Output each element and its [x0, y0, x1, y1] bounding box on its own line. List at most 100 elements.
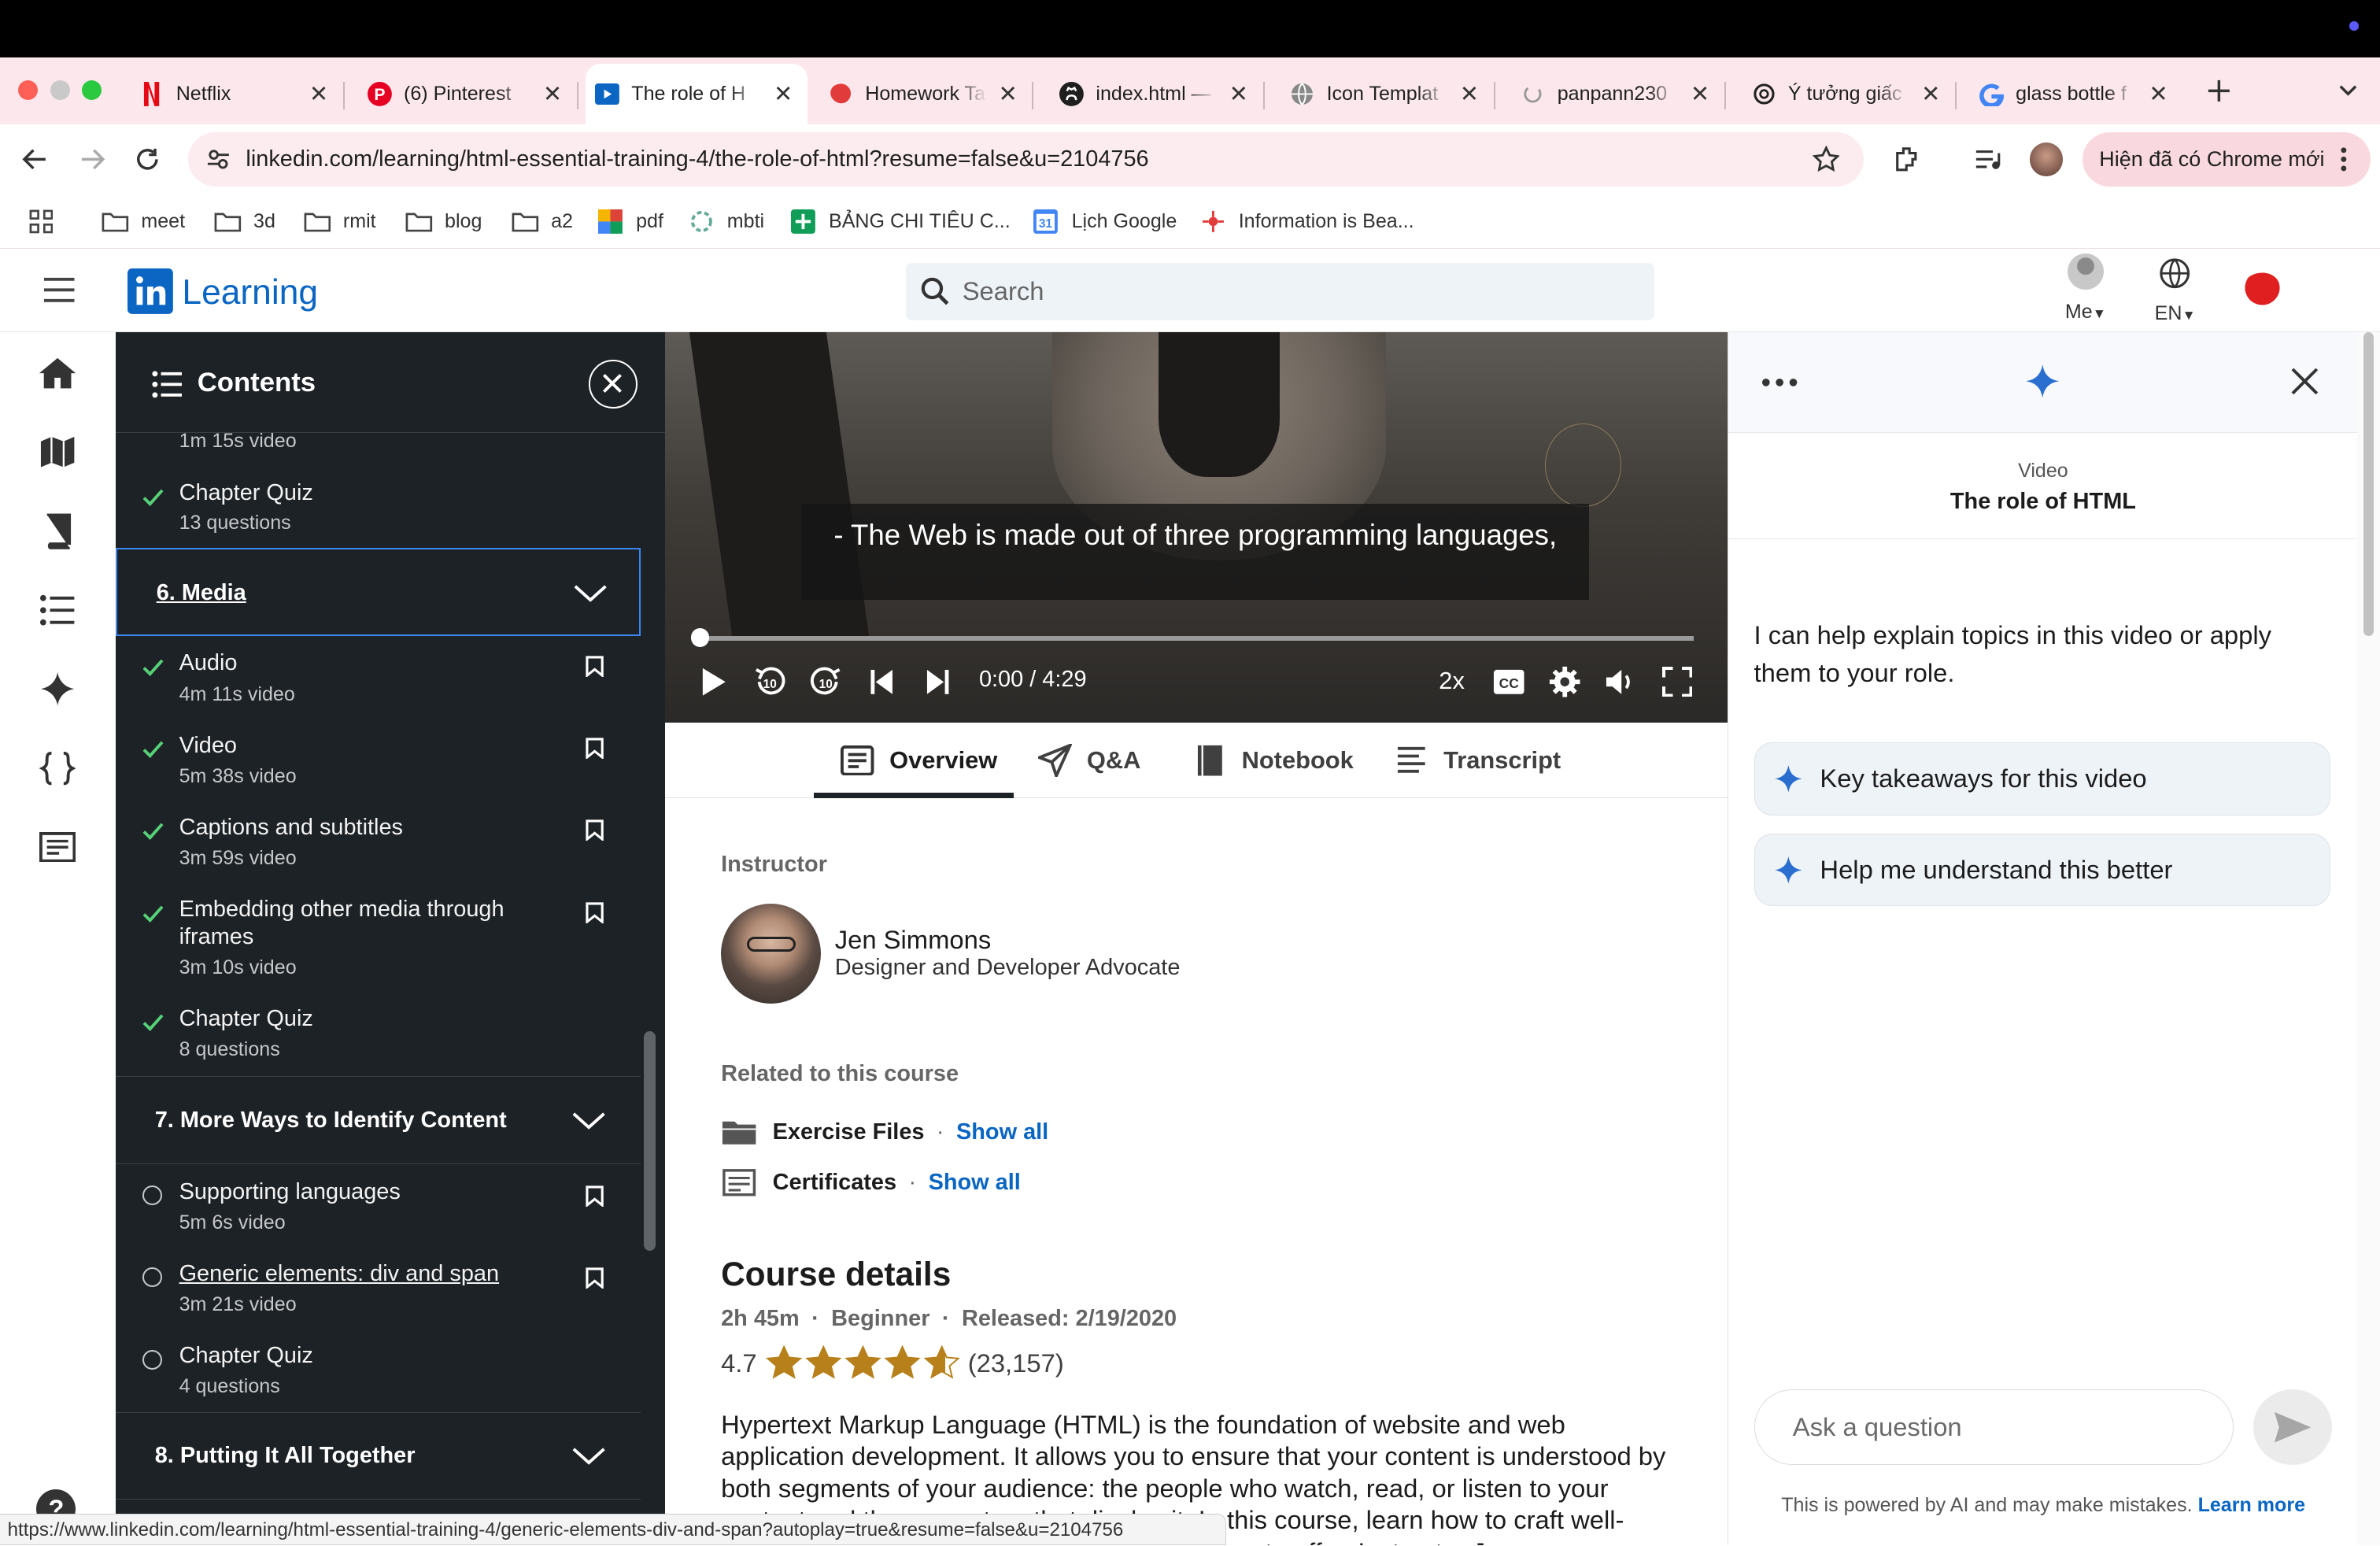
- instructor-name[interactable]: Jen Simmons: [835, 925, 991, 955]
- tab-y-tuong[interactable]: Ý tưởng giấc ✕: [1743, 64, 1957, 124]
- bookmark-meet[interactable]: meet: [102, 205, 185, 238]
- close-window-button[interactable]: [18, 80, 39, 101]
- chrome-update-button[interactable]: Hiện đã có Chrome mới: [2082, 131, 2371, 187]
- closed-captions-icon[interactable]: CC: [1492, 664, 1525, 700]
- url-text[interactable]: linkedin.com/learning/html-essential-tra…: [246, 146, 1148, 172]
- bookmark-icon[interactable]: [586, 1185, 604, 1208]
- list-item[interactable]: Audio 4m 11s video: [116, 636, 641, 718]
- tab-close-icon[interactable]: ✕: [1457, 80, 1481, 108]
- bookmark-lich-google[interactable]: 31 Lịch Google: [1032, 205, 1177, 238]
- apps-grid-icon[interactable]: [29, 209, 54, 234]
- tab-close-icon[interactable]: ✕: [771, 80, 796, 108]
- language-menu[interactable]: EN▼: [2145, 257, 2205, 330]
- list-item[interactable]: Chapter Quiz 13 questions: [116, 466, 641, 548]
- bookmark-rmit[interactable]: rmit: [304, 205, 376, 238]
- bookmark-3d[interactable]: 3d: [214, 205, 275, 238]
- suggestion-help-understand[interactable]: Help me understand this better: [1754, 833, 2331, 907]
- bookmark-information-is-beautiful[interactable]: Information is Bea...: [1199, 205, 1414, 238]
- bookmark-bang-chi-tieu[interactable]: BẢNG CHI TIÊU C...: [789, 205, 1011, 238]
- close-icon[interactable]: [2291, 368, 2319, 395]
- profile-avatar[interactable]: [2029, 142, 2063, 176]
- previous-icon[interactable]: [867, 664, 897, 700]
- tab-netflix[interactable]: Netflix ✕: [131, 64, 345, 124]
- bookmark-icon[interactable]: [586, 738, 604, 760]
- tab-homework[interactable]: Homework Ta ✕: [819, 64, 1034, 124]
- contents-scrollbar[interactable]: [643, 1030, 656, 1252]
- tab-close-icon[interactable]: ✕: [1688, 80, 1713, 108]
- back-icon[interactable]: [21, 146, 49, 173]
- red-extension-icon[interactable]: [2241, 268, 2283, 311]
- forward-10-icon[interactable]: 10: [808, 664, 844, 700]
- tab-icon-template[interactable]: Icon Templat ✕: [1281, 64, 1495, 124]
- chapter-7-header[interactable]: 7. More Ways to Identify Content: [115, 1076, 641, 1165]
- speed-button[interactable]: 2x: [1439, 667, 1465, 695]
- progress-bar[interactable]: [698, 636, 1694, 641]
- extensions-icon[interactable]: [1891, 144, 1922, 175]
- hamburger-menu-icon[interactable]: [42, 276, 76, 304]
- video-player[interactable]: - The Web is made out of three programmi…: [664, 332, 1728, 723]
- bookmark-icon[interactable]: [586, 819, 604, 841]
- progress-handle[interactable]: [690, 628, 709, 647]
- next-icon[interactable]: [923, 664, 954, 700]
- tab-transcript[interactable]: Transcript: [1395, 723, 1561, 798]
- learning-wordmark[interactable]: Learning: [182, 273, 318, 313]
- list-item[interactable]: Chapter Quiz 8 questions: [116, 991, 641, 1076]
- media-control-icon[interactable]: [1973, 144, 2004, 175]
- volume-icon[interactable]: [1605, 664, 1638, 700]
- linkedin-logo-icon[interactable]: [128, 268, 173, 315]
- learn-more-link[interactable]: Learn more: [2198, 1494, 2306, 1516]
- site-info-icon[interactable]: [206, 147, 231, 172]
- fullscreen-icon[interactable]: [1661, 664, 1694, 700]
- tab-close-icon[interactable]: ✕: [1919, 80, 1943, 108]
- list-item[interactable]: Supporting languages 5m 6s video: [116, 1164, 641, 1246]
- tab-close-icon[interactable]: ✕: [541, 80, 565, 108]
- list-item[interactable]: Generic elements: div and span 3m 21s vi…: [116, 1246, 641, 1328]
- list-item[interactable]: Captions and subtitles 3m 59s video: [116, 800, 641, 882]
- map-icon[interactable]: [35, 430, 80, 475]
- list-item[interactable]: Video 5m 38s video: [116, 718, 641, 800]
- zoom-window-button[interactable]: [82, 80, 102, 101]
- book-icon[interactable]: [35, 509, 80, 554]
- certificates-show-all[interactable]: Show all: [929, 1170, 1021, 1196]
- close-contents-button[interactable]: [589, 360, 638, 409]
- tab-close-icon[interactable]: ✕: [2146, 80, 2171, 108]
- send-button[interactable]: [2253, 1389, 2333, 1466]
- tab-close-icon[interactable]: ✕: [996, 80, 1020, 108]
- bookmark-star-icon[interactable]: [1812, 146, 1840, 173]
- tab-overview[interactable]: Overview: [841, 723, 997, 798]
- bookmark-a2[interactable]: a2: [512, 205, 573, 238]
- tab-the-role-of-html[interactable]: The role of H ✕: [586, 63, 808, 125]
- tab-panpann[interactable]: panpann230 ✕: [1512, 64, 1726, 124]
- bookmark-icon[interactable]: [586, 901, 604, 923]
- me-menu[interactable]: Me▼: [2060, 253, 2112, 327]
- list-item[interactable]: Chapter Quiz 4 questions: [116, 1329, 641, 1411]
- settings-gear-icon[interactable]: [1548, 664, 1581, 700]
- chapter-6-header[interactable]: 6. Media: [115, 548, 641, 637]
- tab-glass-bottle[interactable]: glass bottle f ✕: [1970, 64, 2182, 124]
- bookmark-blog[interactable]: blog: [405, 205, 482, 238]
- minimize-window-button[interactable]: [50, 80, 70, 101]
- scroll-thumb[interactable]: [2363, 332, 2374, 637]
- new-tab-button[interactable]: [2205, 77, 2233, 105]
- bookmark-pdf[interactable]: pdf: [597, 205, 663, 238]
- more-options-icon[interactable]: [1761, 378, 1798, 387]
- play-icon[interactable]: [698, 664, 729, 700]
- bookmark-icon[interactable]: [586, 656, 604, 678]
- home-icon[interactable]: [35, 351, 80, 397]
- chapter-8-header[interactable]: 8. Putting It All Together: [115, 1411, 641, 1500]
- bookmark-mbti[interactable]: mbti: [688, 205, 764, 238]
- tab-close-icon[interactable]: ✕: [1226, 80, 1251, 108]
- rewind-10-icon[interactable]: 10: [752, 664, 788, 700]
- certificate-icon[interactable]: [35, 824, 80, 870]
- list-item[interactable]: Embedding other media through iframes 3m…: [116, 882, 641, 992]
- address-bar[interactable]: linkedin.com/learning/html-essential-tra…: [188, 131, 1864, 187]
- search-input[interactable]: Search: [906, 262, 1655, 320]
- suggestion-key-takeaways[interactable]: Key takeaways for this video: [1754, 742, 2331, 816]
- kebab-menu-icon[interactable]: [2341, 146, 2347, 173]
- tab-notebook[interactable]: Notebook: [1193, 723, 1354, 798]
- reload-icon[interactable]: [134, 146, 161, 173]
- tab-github[interactable]: index.html — ✕: [1051, 64, 1265, 124]
- instructor-avatar[interactable]: [721, 903, 822, 1004]
- code-braces-icon[interactable]: [35, 745, 80, 791]
- page-scrollbar[interactable]: [2357, 332, 2380, 1546]
